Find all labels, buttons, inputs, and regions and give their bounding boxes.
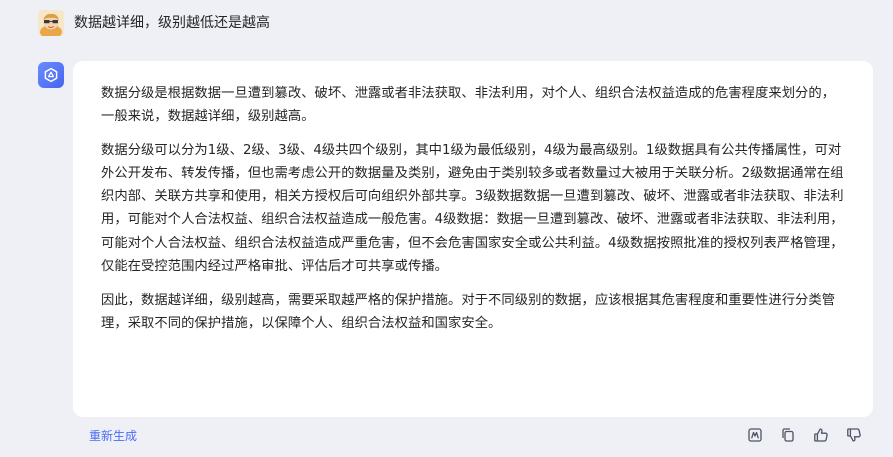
answer-paragraph: 数据分级是根据数据一旦遭到篡改、破坏、泄露或者非法获取、非法利用，对个人、组织合… — [101, 86, 836, 125]
answer-card: 数据分级是根据数据一旦遭到篡改、破坏、泄露或者非法获取、非法利用，对个人、组织合… — [73, 61, 873, 417]
user-message-row: 数据越详细，级别越低还是越高 — [38, 10, 270, 36]
answer-paragraph: 因此，数据越详细，级别越高，需要采取越严格的保护措施。对于不同级别的数据，应该根… — [101, 292, 836, 331]
answer-paragraph: 数据分级可以分为1级、2级、3级、4级共四个级别，其中1级为最低级别，4级为最高… — [101, 143, 844, 274]
thumbs-down-icon[interactable] — [845, 426, 863, 444]
regenerate-button[interactable]: 重新生成 — [89, 427, 137, 445]
answer-actions — [746, 426, 863, 444]
assistant-avatar-icon — [38, 62, 64, 88]
user-question: 数据越详细，级别越低还是越高 — [74, 15, 270, 31]
copy-icon[interactable] — [779, 426, 797, 444]
export-icon[interactable] — [746, 426, 764, 444]
thumbs-up-icon[interactable] — [812, 426, 830, 444]
user-avatar — [38, 10, 64, 36]
